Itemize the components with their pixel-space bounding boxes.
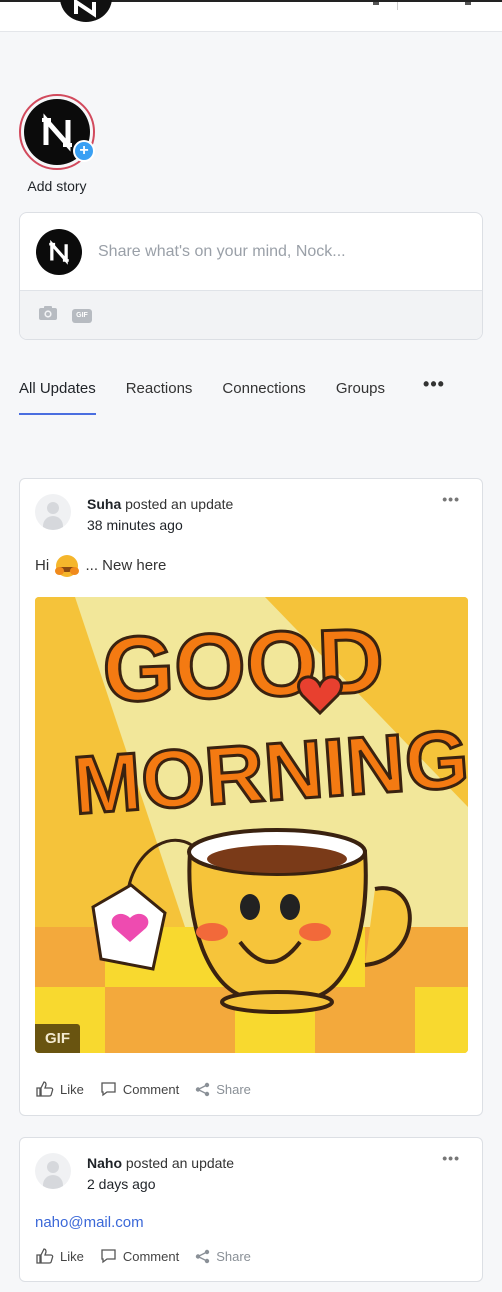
share-icon [196, 1249, 210, 1263]
post-text: Hi ... New here [20, 555, 482, 577]
user-menu-icon[interactable] [465, 2, 471, 5]
author-name[interactable]: Suha [87, 496, 121, 512]
share-button[interactable]: Share [195, 1249, 251, 1264]
story-ring[interactable]: + [19, 94, 95, 170]
avatar[interactable] [35, 1153, 71, 1189]
site-logo[interactable] [60, 0, 112, 22]
post-gif[interactable]: GOOD MORNING GIF [35, 597, 468, 1053]
tab-all-updates[interactable]: All Updates [19, 380, 96, 415]
share-button[interactable]: Share [195, 1082, 251, 1097]
caption-line-1: GOOD [101, 610, 386, 722]
tab-groups[interactable]: Groups [336, 380, 385, 413]
post-title: Naho posted an update [87, 1155, 234, 1171]
like-label: Like [60, 1081, 84, 1097]
share-label: Share [216, 1081, 251, 1097]
email-link[interactable]: naho@mail.com [20, 1214, 144, 1231]
notification-icon[interactable] [373, 2, 379, 5]
thumbs-up-icon [36, 1248, 54, 1264]
composer-toolbar: GIF [20, 291, 482, 339]
activity-post: Naho posted an update 2 days ago ••• nah… [19, 1137, 483, 1282]
gif-badge: GIF [35, 1024, 80, 1053]
hugging-face-icon [55, 555, 79, 577]
activity-tabs: All Updates Reactions Connections Groups… [19, 374, 445, 415]
avatar[interactable] [35, 494, 71, 530]
post-time[interactable]: 38 minutes ago [87, 517, 183, 533]
like-button[interactable]: Like [36, 1248, 84, 1264]
like-button[interactable]: Like [36, 1081, 84, 1097]
divider [397, 2, 398, 10]
composer-input[interactable] [98, 242, 458, 261]
comment-icon [101, 1249, 116, 1264]
tab-connections[interactable]: Connections [222, 380, 305, 413]
post-menu-icon[interactable]: ••• [442, 491, 460, 507]
more-tabs-icon[interactable]: ••• [423, 374, 445, 395]
top-bar [0, 0, 502, 32]
post-header: Naho posted an update 2 days ago ••• [20, 1138, 482, 1202]
add-story-label: Add story [27, 178, 87, 194]
comment-icon [101, 1082, 116, 1097]
like-label: Like [60, 1248, 84, 1264]
add-story[interactable]: + Add story [19, 94, 95, 194]
tab-reactions[interactable]: Reactions [126, 380, 193, 413]
share-icon [196, 1082, 210, 1096]
n-logo-icon [42, 113, 72, 152]
post-time[interactable]: 2 days ago [87, 1176, 156, 1192]
activity-post: Suha posted an update 38 minutes ago •••… [19, 478, 483, 1116]
composer-avatar [36, 228, 82, 275]
post-action-text: posted an update [125, 1155, 235, 1171]
add-story-plus-icon[interactable]: + [73, 140, 95, 162]
post-text-start: Hi [35, 556, 50, 574]
post-menu-icon[interactable]: ••• [442, 1150, 460, 1166]
n-logo-icon [74, 0, 96, 18]
comment-label: Comment [122, 1248, 180, 1264]
comment-label: Comment [122, 1081, 180, 1097]
post-header: Suha posted an update 38 minutes ago ••• [20, 479, 482, 543]
post-action-text: posted an update [125, 496, 234, 512]
post-text-end: ... New here [85, 556, 167, 574]
post-actions: Like Comment Share [20, 1248, 482, 1264]
post-actions: Like Comment Share [20, 1081, 482, 1097]
gif-icon[interactable]: GIF [72, 308, 92, 323]
n-logo-icon [49, 239, 69, 265]
thumbs-up-icon [36, 1081, 54, 1097]
post-body: naho@mail.com [20, 1214, 482, 1232]
post-composer: GIF [19, 212, 483, 340]
post-title: Suha posted an update [87, 496, 233, 512]
camera-icon[interactable] [38, 305, 58, 326]
good-morning-illustration: GOOD MORNING [35, 597, 468, 1053]
comment-button[interactable]: Comment [100, 1081, 179, 1097]
share-label: Share [216, 1248, 251, 1264]
comment-button[interactable]: Comment [100, 1248, 179, 1264]
author-name[interactable]: Naho [87, 1155, 122, 1171]
composer-top [20, 213, 482, 291]
